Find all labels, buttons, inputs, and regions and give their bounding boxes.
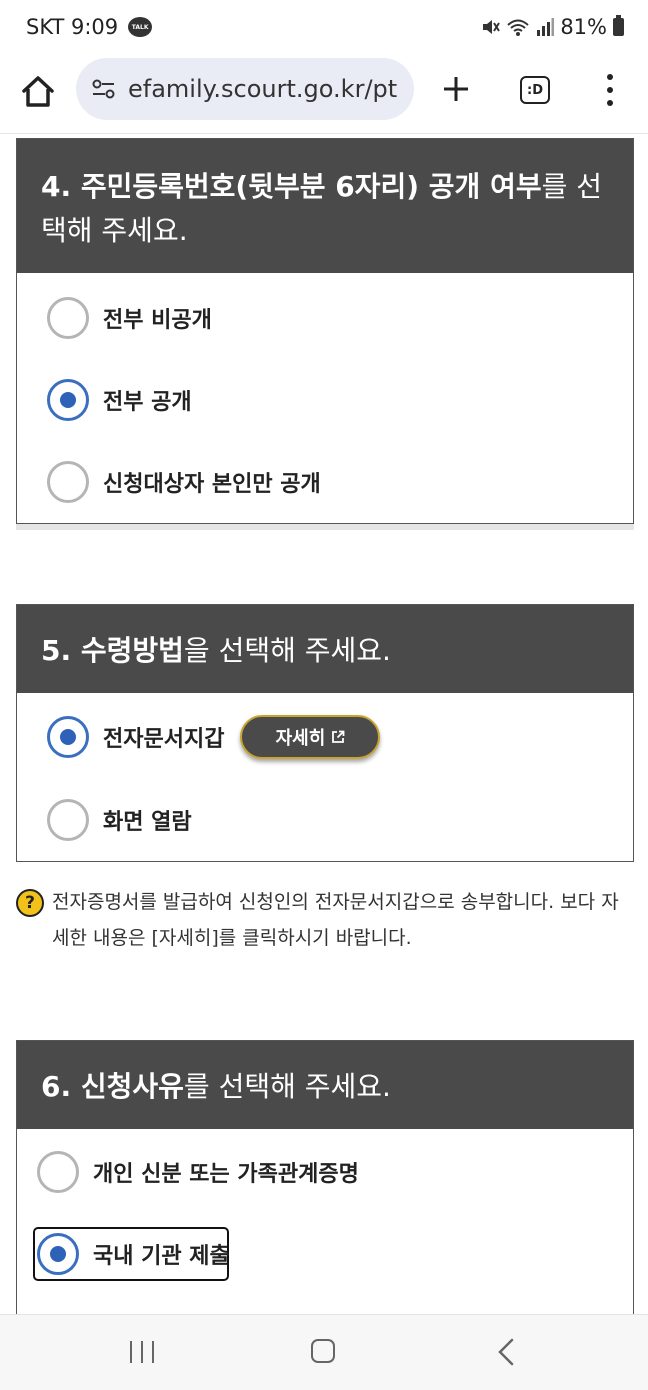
battery-percent: 81% xyxy=(560,15,607,39)
radio-unchecked-icon[interactable] xyxy=(47,799,89,841)
section-title: 5. 수령방법을 선택해 주세요. xyxy=(17,605,633,693)
help-note: ? 전자증명서를 발급하여 신청인의 전자문서지갑으로 송부합니다. 보다 자세… xyxy=(16,884,634,956)
option-all-private[interactable]: 전부 비공개 xyxy=(47,297,212,339)
option-label[interactable]: 전자문서지갑 xyxy=(103,721,224,753)
option-label[interactable]: 국내 기관 제출 xyxy=(93,1238,230,1270)
option-e-wallet[interactable]: 전자문서지갑 자세히 xyxy=(47,715,381,759)
browser-toolbar: efamily.scourt.go.kr/pt :D xyxy=(0,56,648,134)
home-button-icon[interactable] xyxy=(311,1339,335,1363)
radio-unchecked-icon[interactable] xyxy=(47,461,89,503)
option-label[interactable]: 화면 열람 xyxy=(103,804,192,836)
status-left: SKT 9:09 TALK xyxy=(26,15,153,39)
section-title-bold: 5. 수령방법 xyxy=(41,634,184,667)
url-text[interactable]: efamily.scourt.go.kr/pt xyxy=(128,75,397,103)
radio-checked-icon[interactable] xyxy=(47,379,89,421)
signal-icon xyxy=(537,18,555,36)
talk-notification-icon: TALK xyxy=(128,17,153,37)
option-all-public[interactable]: 전부 공개 xyxy=(47,379,192,421)
radio-unchecked-icon[interactable] xyxy=(47,297,89,339)
section-title-bold: 4. 주민등록번호(뒷부분 6자리) 공개 여부 xyxy=(41,170,542,203)
option-label[interactable]: 전부 비공개 xyxy=(103,302,212,334)
back-icon[interactable] xyxy=(494,1337,518,1367)
system-nav-bar xyxy=(0,1314,648,1390)
new-tab-icon[interactable] xyxy=(438,69,474,109)
status-bar: SKT 9:09 TALK 81% xyxy=(0,0,648,56)
carrier-time: SKT 9:09 xyxy=(26,15,119,39)
radio-checked-icon[interactable] xyxy=(47,716,89,758)
section-receive-method: 5. 수령방법을 선택해 주세요. 전자문서지갑 자세히 화면 열람 xyxy=(16,604,634,862)
tabs-icon[interactable]: :D xyxy=(520,76,550,104)
question-icon: ? xyxy=(16,889,44,917)
detail-button-label[interactable]: 자세히 xyxy=(276,724,326,750)
status-right: 81% xyxy=(480,15,624,39)
address-bar[interactable]: efamily.scourt.go.kr/pt xyxy=(76,58,414,120)
site-settings-icon[interactable] xyxy=(90,77,118,101)
section-title: 6. 신청사유를 선택해 주세요. xyxy=(17,1041,633,1129)
home-icon[interactable] xyxy=(18,72,58,112)
option-label[interactable]: 개인 신분 또는 가족관계증명 xyxy=(93,1156,359,1188)
divider xyxy=(16,524,634,530)
option-personal-family[interactable]: 개인 신분 또는 가족관계증명 xyxy=(37,1151,359,1193)
option-screen-view[interactable]: 화면 열람 xyxy=(47,799,192,841)
help-text: 전자증명서를 발급하여 신청인의 전자문서지갑으로 송부합니다. 보다 자세한 … xyxy=(52,891,619,949)
option-self-only-public[interactable]: 신청대상자 본인만 공개 xyxy=(47,461,321,503)
radio-unchecked-icon[interactable] xyxy=(37,1151,79,1193)
more-menu-icon[interactable] xyxy=(600,74,620,106)
detail-button[interactable]: 자세히 xyxy=(240,715,381,759)
section-title-rest: 를 선택해 주세요. xyxy=(183,1070,391,1103)
option-label[interactable]: 전부 공개 xyxy=(103,384,192,416)
battery-icon xyxy=(613,15,624,36)
wifi-icon xyxy=(507,19,529,36)
mute-icon xyxy=(483,20,501,34)
section-title: 4. 주민등록번호(뒷부분 6자리) 공개 여부를 선택해 주세요. xyxy=(17,139,633,273)
section-title-rest: 을 선택해 주세요. xyxy=(183,634,391,667)
radio-checked-icon[interactable] xyxy=(37,1233,79,1275)
option-label[interactable]: 신청대상자 본인만 공개 xyxy=(103,466,321,498)
section-id-disclosure: 4. 주민등록번호(뒷부분 6자리) 공개 여부를 선택해 주세요. 전부 비공… xyxy=(16,138,634,524)
section-request-reason: 6. 신청사유를 선택해 주세요. 개인 신분 또는 가족관계증명 국내 기관 … xyxy=(16,1040,634,1330)
section-title-bold: 6. 신청사유 xyxy=(41,1070,184,1103)
option-domestic-agency[interactable]: 국내 기관 제출 xyxy=(37,1233,230,1275)
recent-apps-icon[interactable] xyxy=(130,1341,154,1363)
external-link-icon xyxy=(332,730,345,743)
